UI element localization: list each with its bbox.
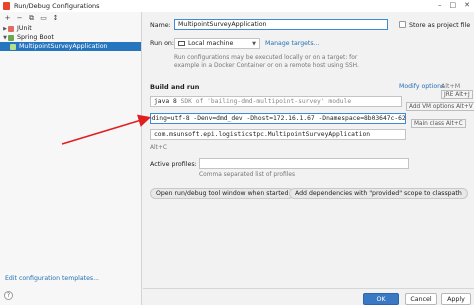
vm-options-tooltip: Add VM options Alt+V <box>406 102 474 111</box>
configurations-panel: + − ⧉ ▭ ↕ ▶ JUnit ▼ Spring Boot Multipoi… <box>0 12 142 305</box>
chevron-down-icon: ▼ <box>252 40 256 47</box>
tree-node-label: Spring Boot <box>17 34 54 41</box>
window-controls: – □ ✕ <box>438 1 470 9</box>
run-on-dropdown[interactable]: Local machine ▼ <box>174 38 260 49</box>
active-profiles-hint: Comma separated list of profiles <box>199 172 296 178</box>
edit-configuration-templates-link[interactable]: Edit configuration templates... <box>5 275 99 282</box>
tree-node-multipoint-survey-application[interactable]: MultipointSurveyApplication <box>0 42 141 51</box>
manage-targets-link[interactable]: Manage targets... <box>265 40 319 47</box>
help-button[interactable]: ? <box>4 291 13 300</box>
configurations-toolbar: + − ⧉ ▭ ↕ <box>0 12 141 23</box>
jdk-value: java 8 <box>154 98 177 105</box>
spring-icon <box>8 34 14 41</box>
tree-node-junit[interactable]: ▶ JUnit <box>0 24 141 33</box>
ok-button[interactable]: OK <box>363 293 399 305</box>
intellij-app-icon <box>3 2 10 10</box>
modify-options-link[interactable]: Modify options <box>399 83 444 90</box>
minimize-icon[interactable]: – <box>438 1 442 9</box>
active-profiles-field[interactable] <box>199 158 409 169</box>
title-bar: Run/Debug Configurations – □ ✕ <box>0 0 474 12</box>
jdk-field[interactable]: java 8 SDK of 'bailing-dmd-multipoint-su… <box>150 96 402 107</box>
provided-scope-tag[interactable]: Add dependencies with "provided" scope t… <box>289 188 468 199</box>
window-title: Run/Debug Configurations <box>14 2 100 10</box>
active-profiles-label: Active profiles: <box>150 161 197 168</box>
tree-node-spring-boot[interactable]: ▼ Spring Boot <box>0 33 141 42</box>
computer-icon <box>178 41 185 46</box>
modify-options-shortcut: Alt+M <box>441 83 461 90</box>
store-as-project-file-checkbox[interactable] <box>399 21 406 28</box>
spring-app-icon <box>10 43 16 50</box>
open-tool-window-tag[interactable]: Open run/debug tool window when started <box>150 188 295 199</box>
configuration-editor: Name: MultipointSurveyApplication Store … <box>143 12 474 305</box>
plus-icon[interactable]: + <box>4 14 11 22</box>
name-field[interactable]: MultipointSurveyApplication <box>174 19 388 30</box>
build-and-run-heading: Build and run <box>150 83 200 91</box>
run-on-label: Run on: <box>150 40 175 47</box>
tree-node-label: MultipointSurveyApplication <box>19 43 108 50</box>
jdk-hint: SDK of 'bailing-dmd-multipoint-survey' m… <box>180 98 352 105</box>
sort-icon[interactable]: ↕ <box>52 14 59 22</box>
program-arguments-hint: Alt+C <box>150 145 168 151</box>
maximize-icon[interactable]: □ <box>450 1 457 9</box>
cancel-button[interactable]: Cancel <box>405 293 437 305</box>
folder-icon[interactable]: ▭ <box>40 14 47 22</box>
store-as-project-file-label: Store as project file <box>409 22 471 29</box>
jre-tooltip: JRE Alt+J <box>441 90 473 99</box>
copy-icon[interactable]: ⧉ <box>28 14 35 22</box>
configurations-tree: ▶ JUnit ▼ Spring Boot MultipointSurveyAp… <box>0 23 141 51</box>
vm-options-field[interactable]: -Dfile.encoding=utf-8 -Denv=dmd_dev -Dho… <box>150 113 406 124</box>
footer-divider <box>143 288 474 289</box>
junit-icon <box>8 25 14 32</box>
tree-node-label: JUnit <box>17 25 32 32</box>
close-icon[interactable]: ✕ <box>464 1 470 9</box>
run-on-hint: Run configurations may be executed local… <box>174 55 359 69</box>
apply-button[interactable]: Apply <box>441 293 471 305</box>
run-on-value: Local machine <box>188 40 234 47</box>
main-class-field[interactable]: com.msunsoft.epi.logisticstpc.Multipoint… <box>150 129 406 140</box>
name-label: Name: <box>150 22 171 29</box>
main-class-tooltip: Main class Alt+C <box>411 119 466 128</box>
minus-icon[interactable]: − <box>16 14 23 22</box>
